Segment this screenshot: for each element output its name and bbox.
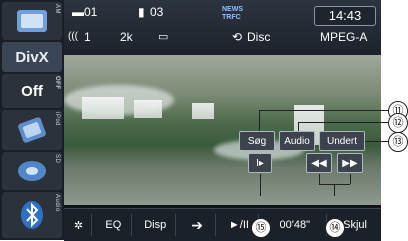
arrow-right-icon: ➔ bbox=[191, 216, 203, 233]
source-off-label: OFF bbox=[54, 76, 60, 90]
status-bar: ▬ 01 ▮ 03 NEWS TRFC 14:43 ((( 1 2k ▭ ⟲ D… bbox=[64, 0, 381, 56]
disp-button[interactable]: Disp bbox=[136, 214, 176, 236]
settings-button[interactable]: ✲ bbox=[66, 214, 92, 236]
leader-line bbox=[259, 110, 390, 111]
file-number: 03 bbox=[150, 5, 164, 19]
callout-13: ⑬ bbox=[388, 132, 408, 152]
leader-line bbox=[319, 174, 320, 184]
source-divx[interactable]: DivX bbox=[2, 42, 62, 72]
leader-line bbox=[350, 174, 351, 184]
source-sd-label: SD bbox=[54, 154, 60, 164]
news-traffic-indicator: NEWS TRFC bbox=[222, 6, 243, 22]
callout-15: ⑮ bbox=[251, 218, 271, 238]
rewind-icon: ◀◀ bbox=[311, 157, 327, 169]
repeat-mode: Disc bbox=[247, 30, 271, 44]
leader-line bbox=[259, 110, 260, 131]
slow-motion-button[interactable]: I▸ bbox=[248, 153, 272, 173]
ipod-icon bbox=[18, 117, 46, 143]
news-label: NEWS bbox=[222, 6, 243, 13]
repeat-icon: ⟲ bbox=[232, 30, 243, 44]
source-off[interactable]: OFF Off bbox=[2, 74, 62, 108]
waterfall bbox=[134, 100, 162, 118]
folder-icon: ▬ bbox=[72, 5, 84, 19]
leader-line bbox=[298, 122, 299, 131]
video-frame[interactable] bbox=[64, 55, 381, 205]
audio-channel-number: 1 bbox=[84, 30, 91, 44]
search-button[interactable]: Søg bbox=[239, 131, 275, 151]
clock: 14:43 bbox=[314, 6, 376, 26]
leader-line bbox=[365, 141, 390, 142]
waterfall bbox=[192, 103, 214, 119]
traffic-label: TRFC bbox=[222, 14, 241, 21]
subtitle-button[interactable]: Undert bbox=[319, 131, 365, 151]
elapsed-time: 00'48" bbox=[263, 214, 328, 236]
gear-icon: ✲ bbox=[73, 219, 84, 232]
leader-line bbox=[260, 174, 261, 196]
source-am[interactable]: AM bbox=[2, 2, 62, 40]
eq-button[interactable]: EQ bbox=[96, 214, 132, 236]
callout-12: ⑫ bbox=[388, 113, 408, 133]
callout-14: ⑭ bbox=[325, 218, 345, 238]
folder-number: 01 bbox=[84, 5, 98, 19]
format-label: MPEG-A bbox=[320, 30, 368, 44]
source-am-label: AM bbox=[54, 4, 60, 14]
leader-line bbox=[298, 122, 390, 123]
waterfall bbox=[82, 97, 124, 119]
next-page-button[interactable]: ➔ bbox=[180, 214, 216, 236]
source-ipod[interactable]: iPod bbox=[2, 110, 62, 150]
audio-channel-icon: ((( bbox=[68, 31, 78, 42]
bluetooth-icon bbox=[21, 201, 43, 229]
subtitle-icon: ▭ bbox=[158, 31, 169, 43]
file-icon: ▮ bbox=[138, 5, 145, 19]
radio-icon bbox=[17, 10, 47, 32]
rewind-button[interactable]: ◀◀ bbox=[306, 153, 332, 173]
source-ipod-label: iPod bbox=[54, 112, 60, 127]
source-audio-label: Audio bbox=[54, 194, 60, 212]
source-off-text: Off bbox=[21, 82, 43, 100]
source-bluetooth-audio[interactable]: Audio bbox=[2, 192, 62, 238]
fast-forward-icon: ▶▶ bbox=[342, 157, 358, 169]
slow-motion-icon: I▸ bbox=[256, 157, 264, 169]
source-sd[interactable]: SD bbox=[2, 152, 62, 190]
source-sidebar: AM DivX OFF Off iPod SD Audio bbox=[0, 0, 64, 240]
sd-card-icon bbox=[18, 161, 46, 181]
bitrate: 2k bbox=[120, 30, 133, 44]
source-divx-label: DivX bbox=[15, 48, 49, 66]
leader-line bbox=[334, 184, 335, 196]
fast-forward-button[interactable]: ▶▶ bbox=[337, 153, 363, 173]
audio-button[interactable]: Audio bbox=[279, 131, 315, 151]
